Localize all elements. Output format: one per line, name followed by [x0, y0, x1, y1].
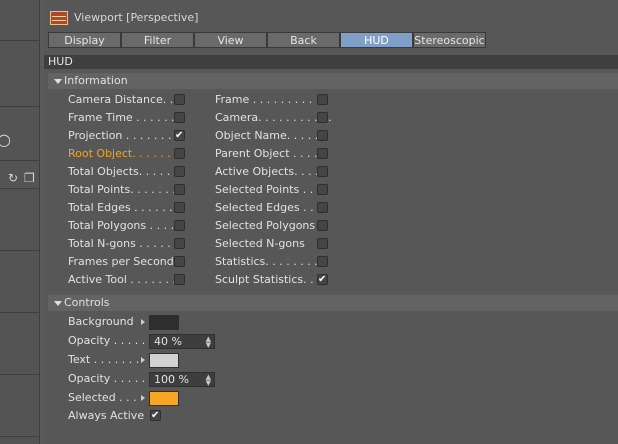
- tab-back[interactable]: Back: [267, 32, 340, 48]
- text-label: Text . . . . . . .: [68, 353, 140, 366]
- divider: [39, 0, 40, 444]
- active-objects-checkbox[interactable]: [317, 166, 328, 177]
- always-active-checkbox[interactable]: [150, 407, 161, 425]
- selected-edges-label: Selected Edges . . .: [215, 201, 321, 214]
- frame-label: Frame . . . . . . . . . . .: [215, 93, 327, 106]
- selected-polygons-label: Selected Polygons: [215, 219, 316, 232]
- tab-hud[interactable]: HUD: [340, 32, 413, 48]
- camera-label: Camera. . . . . . . . . . .: [215, 111, 332, 124]
- circle-icon[interactable]: ○: [0, 132, 11, 148]
- background-color-swatch[interactable]: [149, 315, 179, 330]
- sculpt-statistics-label: Sculpt Statistics. . .: [215, 273, 321, 286]
- text-opacity-field[interactable]: 100 % ▲ ▼: [149, 372, 215, 387]
- always-active-label: Always Active: [68, 409, 145, 422]
- always-active-row: Always Active: [48, 407, 348, 425]
- info-row: Object Name. . . . . .: [48, 127, 348, 145]
- background-label: Background: [68, 315, 134, 328]
- controls-group-header[interactable]: Controls: [48, 295, 618, 311]
- info-row: Parent Object . . . .: [48, 145, 348, 163]
- info-row: Selected Edges . . .: [48, 199, 348, 217]
- spinner-arrows-icon[interactable]: ▲ ▼: [206, 374, 211, 387]
- statistics-checkbox[interactable]: [317, 256, 328, 267]
- selected-color-swatch[interactable]: [149, 391, 179, 406]
- opacity-value: 100 %: [154, 373, 189, 386]
- divider: [0, 160, 40, 161]
- panel-titlebar: Viewport [Perspective]: [44, 0, 618, 32]
- expand-arrow-icon[interactable]: [141, 319, 145, 325]
- panel-title: Viewport [Perspective]: [74, 11, 199, 24]
- selected-label: Selected . . .: [68, 391, 137, 404]
- text-color-swatch[interactable]: [149, 353, 179, 368]
- statistics-label: Statistics. . . . . . . . .: [215, 255, 325, 268]
- expand-arrow-icon[interactable]: [141, 395, 145, 401]
- expand-arrow-icon[interactable]: [141, 357, 145, 363]
- selected-edges-checkbox[interactable]: [317, 202, 328, 213]
- refresh-icon[interactable]: ↻: [8, 172, 18, 184]
- selected-points-label: Selected Points . . .: [215, 183, 321, 196]
- info-row: Sculpt Statistics. . .: [48, 271, 348, 289]
- spinner-arrows-icon[interactable]: ▲ ▼: [206, 336, 211, 349]
- tab-stereoscopic[interactable]: Stereoscopic: [413, 32, 486, 48]
- info-row: Selected Points . . .: [48, 181, 348, 199]
- divider: [0, 312, 40, 313]
- camera-checkbox[interactable]: [317, 112, 328, 123]
- background-opacity-field[interactable]: 40 % ▲ ▼: [149, 334, 215, 349]
- selected-n-gons-checkbox[interactable]: [317, 238, 328, 249]
- selected-polygons-checkbox[interactable]: [317, 220, 328, 231]
- divider: [0, 40, 40, 41]
- opacity-label: Opacity . . . . .: [68, 334, 146, 347]
- active-objects-label: Active Objects. . . . .: [215, 165, 326, 178]
- opacity-row: Opacity . . . . . 40 % ▲ ▼: [48, 332, 348, 350]
- section-title: HUD: [44, 55, 618, 69]
- object-name-label: Object Name. . . . . .: [215, 129, 326, 142]
- selected-n-gons-label: Selected N-gons: [215, 237, 305, 250]
- left-viewport-strip: ○ ‹ ↻ ❐: [0, 0, 40, 444]
- info-row: Statistics. . . . . . . . .: [48, 253, 348, 271]
- tab-bar: Display Filter View Back HUD Stereoscopi…: [48, 32, 486, 48]
- tab-filter[interactable]: Filter: [121, 32, 194, 48]
- viewport-settings-panel: Viewport [Perspective] Display Filter Vi…: [44, 0, 618, 444]
- divider: [0, 436, 40, 437]
- divider: [0, 106, 40, 107]
- tab-display[interactable]: Display: [48, 32, 121, 48]
- text-row: Text . . . . . . .: [48, 351, 348, 369]
- divider: [0, 374, 40, 375]
- window-icon[interactable]: ❐: [24, 172, 35, 184]
- group-title: Controls: [64, 296, 110, 309]
- info-row: Selected Polygons: [48, 217, 348, 235]
- sculpt-statistics-checkbox[interactable]: [317, 271, 328, 289]
- opacity-value: 40 %: [154, 335, 182, 348]
- frame-checkbox[interactable]: [317, 94, 328, 105]
- chevron-left-icon[interactable]: ‹: [0, 172, 1, 184]
- info-row: Active Objects. . . . .: [48, 163, 348, 181]
- info-row: Frame . . . . . . . . . . .: [48, 91, 348, 109]
- divider: [0, 250, 40, 251]
- viewport-icon: [50, 11, 68, 25]
- object-name-checkbox[interactable]: [317, 130, 328, 141]
- information-group-header[interactable]: Information: [48, 73, 618, 89]
- collapse-arrow-icon[interactable]: [54, 300, 62, 306]
- group-title: Information: [64, 74, 128, 87]
- collapse-arrow-icon[interactable]: [54, 78, 62, 84]
- opacity-row: Opacity . . . . . 100 % ▲ ▼: [48, 370, 348, 388]
- selected-points-checkbox[interactable]: [317, 184, 328, 195]
- tab-view[interactable]: View: [194, 32, 267, 48]
- opacity-label: Opacity . . . . .: [68, 372, 146, 385]
- parent-object-label: Parent Object . . . .: [215, 147, 318, 160]
- controls-group: Background Opacity . . . . . 40 % ▲ ▼ Tex…: [48, 312, 618, 428]
- divider: [0, 188, 40, 189]
- background-row: Background: [48, 313, 348, 331]
- parent-object-checkbox[interactable]: [317, 148, 328, 159]
- information-group: Camera Distance. . Frame Time . . . . . .…: [48, 90, 618, 292]
- info-row: Selected N-gons: [48, 235, 348, 253]
- info-row: Camera. . . . . . . . . . .: [48, 109, 348, 127]
- selected-row: Selected . . .: [48, 389, 348, 407]
